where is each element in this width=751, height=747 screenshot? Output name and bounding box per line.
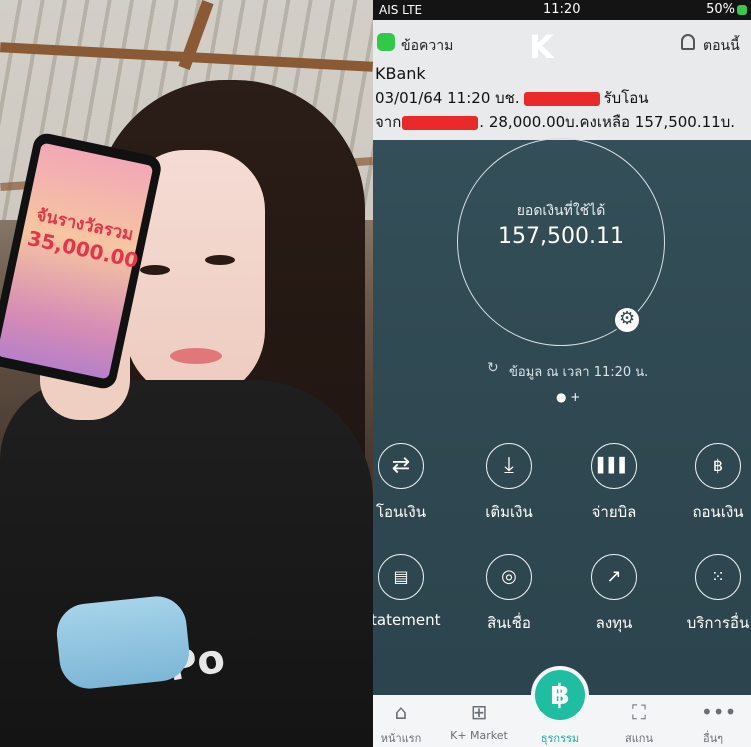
notification-app-label: ข้อความ <box>401 38 454 54</box>
bell-icon <box>681 34 695 50</box>
available-balance-amount: 157,500.11 <box>498 224 624 249</box>
tab-more[interactable]: ••• อื่นๆ <box>675 695 751 747</box>
action-topup[interactable]: ⤓ เติมเงิน <box>459 443 559 543</box>
topup-icon: ⤓ <box>486 443 532 489</box>
refresh-icon[interactable]: ↻ <box>487 360 499 376</box>
composite-image: Po จันรางวัลรวม 35,000.00 AIS LTE 11:20 … <box>0 0 751 747</box>
notification-line-1-prefix: 03/01/64 11:20 บช. <box>375 89 520 107</box>
more-services-icon: ⁙ <box>695 554 741 600</box>
status-bar: AIS LTE 11:20 50% <box>373 0 751 20</box>
action-transfer[interactable]: ⇄ โอนเงิน <box>373 443 451 543</box>
action-label: บริการอื่น <box>686 614 750 632</box>
loan-icon: ◎ <box>486 554 532 600</box>
notification-line-1: 03/01/64 11:20 บช. รับโอน <box>375 86 649 110</box>
action-label: ลงทุน <box>595 614 633 632</box>
more-icon: ••• <box>701 700 737 724</box>
home-icon: ⌂ <box>394 700 408 724</box>
tab-label: หน้าแรก <box>380 732 422 745</box>
tab-home[interactable]: ⌂ หน้าแรก <box>373 695 439 747</box>
tab-label: ธุรกรรม <box>540 732 580 745</box>
battery-icon <box>737 5 747 15</box>
settings-gear-icon[interactable] <box>613 306 641 334</box>
action-more-services[interactable]: ⁙ บริการอื่น <box>668 554 751 654</box>
battery-percent: 50% <box>706 2 735 17</box>
eye <box>140 265 170 275</box>
action-label: โอนเงิน <box>375 503 427 521</box>
lips <box>170 348 222 364</box>
redaction-bar <box>402 115 479 130</box>
action-withdraw[interactable]: ฿ ถอนเงิน <box>668 443 751 543</box>
kplus-logo: K <box>529 28 554 66</box>
scan-icon: ⛶ <box>632 700 646 724</box>
notification-line-1-suffix: รับโอน <box>603 89 649 107</box>
face-mask <box>53 593 193 692</box>
clock: 11:20 <box>543 2 581 17</box>
baht-icon[interactable]: ฿ <box>531 666 589 724</box>
action-label: ถอนเงิน <box>692 503 744 521</box>
sms-notification[interactable]: ข้อความ K ตอนนี้ KBank 03/01/64 11:20 บช… <box>373 20 751 140</box>
messages-icon <box>377 33 395 51</box>
withdraw-icon: ฿ <box>695 443 741 489</box>
notification-header: ข้อความ K ตอนนี้ <box>373 28 751 66</box>
notification-time: ตอนนี้ <box>703 38 740 54</box>
notification-sender: KBank <box>375 64 426 83</box>
data-updated-text: ข้อมูล ณ เวลา 11:20 น. <box>509 365 649 380</box>
action-label: สินเชื่อ <box>487 614 531 632</box>
tab-kplus-market[interactable]: ⊞ K+ Market <box>441 695 517 747</box>
basket-icon: ⊞ <box>470 700 488 724</box>
kplus-app-screen: AIS LTE 11:20 50% ข้อความ K ตอนนี้ KBank… <box>373 0 751 747</box>
action-pay-bill[interactable]: ▌▌▌ จ่ายบิล <box>564 443 664 543</box>
notification-line-2: จาก . 28,000.00บ.คงเหลือ 157,500.11บ. <box>375 110 735 134</box>
barcode-icon: ▌▌▌ <box>591 443 637 489</box>
action-grid: ⇄ โอนเงิน ⤓ เติมเงิน ▌▌▌ จ่ายบิล ฿ ถอนเง… <box>373 440 751 640</box>
action-invest[interactable]: ↗ ลงทุน <box>564 554 664 654</box>
action-loan[interactable]: ◎ สินเชื่อ <box>459 554 559 654</box>
tab-label: สแกน <box>625 732 653 745</box>
eye <box>205 255 235 265</box>
action-statement[interactable]: ▤ Statement <box>373 554 451 654</box>
available-balance-label: ยอดเงินที่ใช้ได้ <box>516 203 606 219</box>
invest-icon: ↗ <box>591 554 637 600</box>
tab-scan[interactable]: ⛶ สแกน <box>601 695 677 747</box>
redaction-bar <box>523 91 600 106</box>
transfer-icon: ⇄ <box>378 443 424 489</box>
action-label: Statement <box>373 611 441 629</box>
hoodie <box>0 380 373 747</box>
statement-icon: ▤ <box>378 554 424 600</box>
page-indicator: ● + <box>556 390 581 404</box>
selfie-photo: Po จันรางวัลรวม 35,000.00 <box>0 0 373 747</box>
notification-line-2-prefix: จาก <box>375 113 402 131</box>
tab-label: K+ Market <box>450 729 508 742</box>
carrier-label: AIS LTE <box>379 3 423 17</box>
tab-label: อื่นๆ <box>702 732 724 745</box>
action-label: จ่ายบิล <box>591 503 637 521</box>
action-label: เติมเงิน <box>485 503 533 521</box>
notification-line-2-suffix: . 28,000.00บ.คงเหลือ 157,500.11บ. <box>479 113 735 131</box>
